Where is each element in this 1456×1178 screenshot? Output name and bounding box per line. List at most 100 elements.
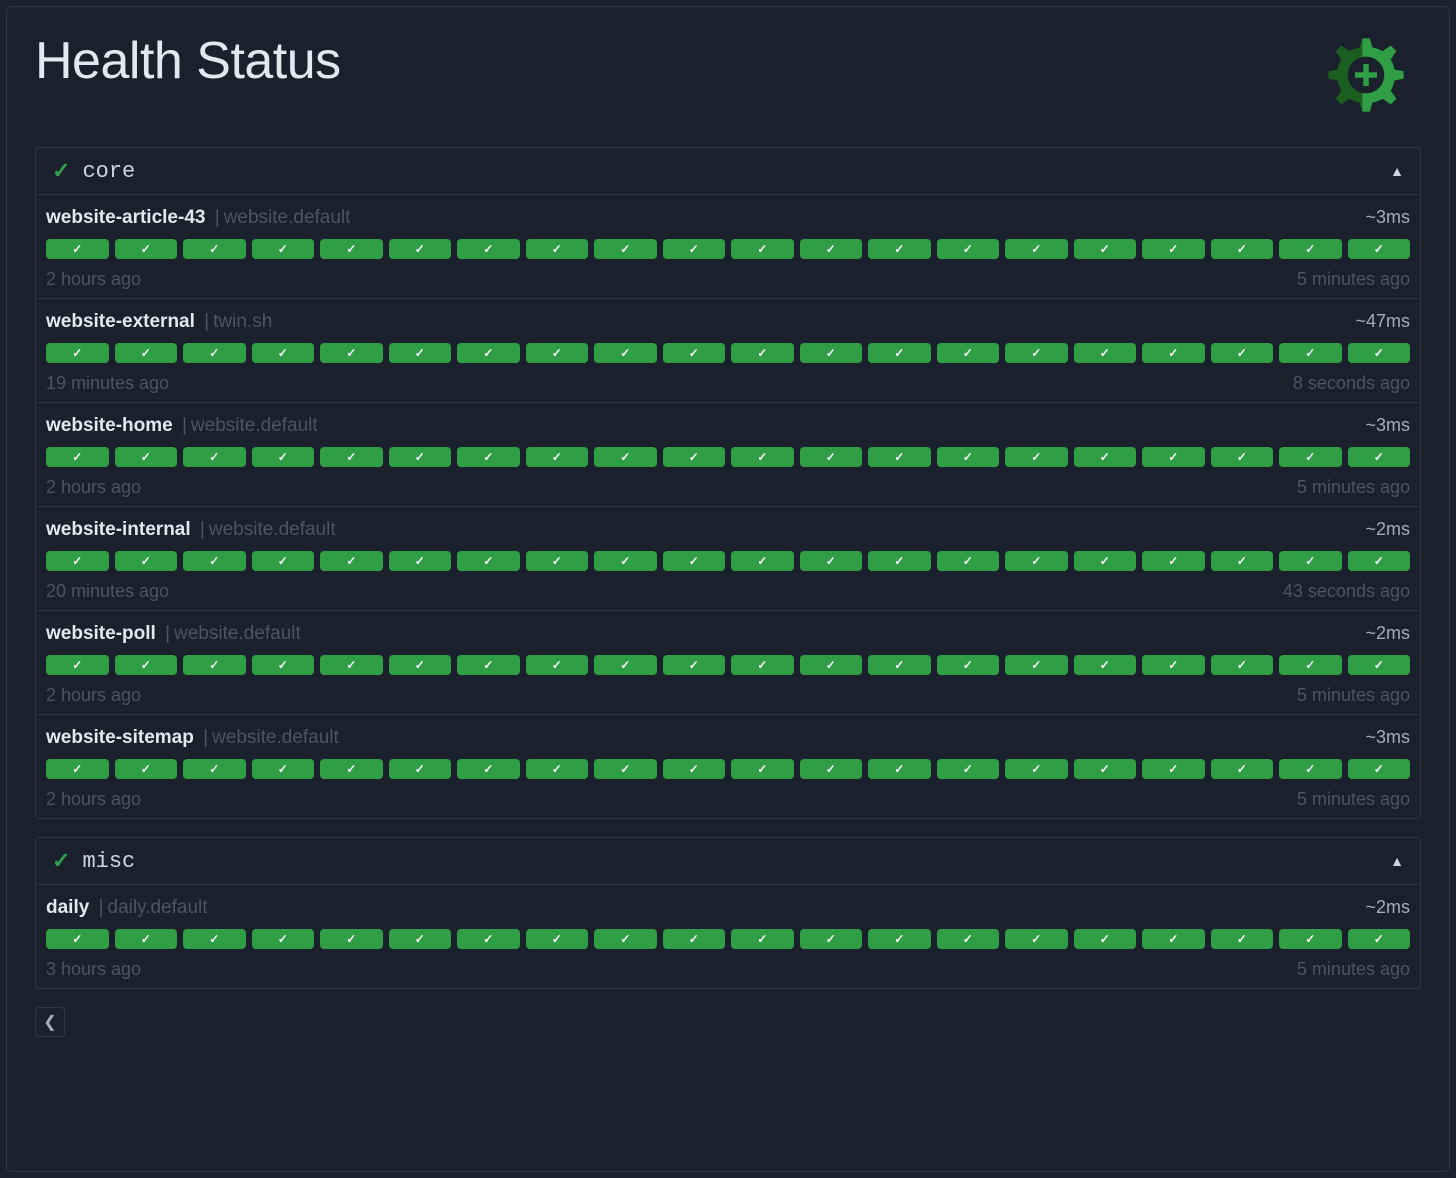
status-tick[interactable] (389, 343, 452, 363)
status-tick[interactable] (115, 239, 178, 259)
status-tick[interactable] (1142, 447, 1205, 467)
status-tick[interactable] (457, 929, 520, 949)
status-tick[interactable] (1279, 929, 1342, 949)
status-tick[interactable] (731, 551, 794, 571)
status-tick[interactable] (320, 759, 383, 779)
status-tick[interactable] (594, 343, 657, 363)
status-tick[interactable] (1211, 655, 1274, 675)
status-tick[interactable] (1074, 239, 1137, 259)
status-tick[interactable] (594, 759, 657, 779)
status-tick[interactable] (526, 343, 589, 363)
status-tick[interactable] (1348, 343, 1411, 363)
status-tick[interactable] (46, 759, 109, 779)
chevron-up-icon[interactable]: ▲ (1390, 853, 1404, 869)
status-tick[interactable] (1211, 239, 1274, 259)
status-tick[interactable] (526, 447, 589, 467)
status-tick[interactable] (115, 655, 178, 675)
status-tick[interactable] (457, 343, 520, 363)
status-tick[interactable] (731, 759, 794, 779)
status-tick[interactable] (663, 551, 726, 571)
status-tick[interactable] (1074, 655, 1137, 675)
status-tick[interactable] (731, 239, 794, 259)
status-tick[interactable] (526, 239, 589, 259)
status-tick[interactable] (46, 343, 109, 363)
status-tick[interactable] (1005, 551, 1068, 571)
status-tick[interactable] (663, 343, 726, 363)
status-tick[interactable] (457, 655, 520, 675)
status-tick[interactable] (115, 343, 178, 363)
status-tick[interactable] (389, 447, 452, 467)
status-tick[interactable] (1348, 239, 1411, 259)
service-row[interactable]: website-article-43 |website.default~3ms2… (36, 195, 1420, 299)
status-tick[interactable] (1074, 759, 1137, 779)
status-tick[interactable] (937, 551, 1000, 571)
status-tick[interactable] (1142, 759, 1205, 779)
status-tick[interactable] (937, 239, 1000, 259)
status-tick[interactable] (1005, 447, 1068, 467)
status-tick[interactable] (320, 551, 383, 571)
status-tick[interactable] (937, 929, 1000, 949)
status-tick[interactable] (800, 551, 863, 571)
status-tick[interactable] (389, 655, 452, 675)
status-tick[interactable] (252, 655, 315, 675)
status-tick[interactable] (115, 759, 178, 779)
status-tick[interactable] (252, 929, 315, 949)
status-tick[interactable] (1005, 239, 1068, 259)
status-tick[interactable] (457, 447, 520, 467)
status-tick[interactable] (183, 551, 246, 571)
status-tick[interactable] (526, 929, 589, 949)
status-tick[interactable] (457, 759, 520, 779)
status-tick[interactable] (1005, 929, 1068, 949)
status-tick[interactable] (1142, 551, 1205, 571)
service-row[interactable]: website-internal |website.default~2ms20 … (36, 507, 1420, 611)
status-tick[interactable] (320, 929, 383, 949)
status-tick[interactable] (1348, 929, 1411, 949)
status-tick[interactable] (1005, 655, 1068, 675)
group-header-core[interactable]: ✓core▲ (36, 148, 1420, 195)
pager-prev-button[interactable]: ❮ (35, 1007, 65, 1037)
status-tick[interactable] (663, 239, 726, 259)
status-tick[interactable] (800, 655, 863, 675)
status-tick[interactable] (320, 343, 383, 363)
status-tick[interactable] (1279, 239, 1342, 259)
status-tick[interactable] (800, 239, 863, 259)
status-tick[interactable] (252, 239, 315, 259)
status-tick[interactable] (731, 343, 794, 363)
service-row[interactable]: daily |daily.default~2ms3 hours ago5 min… (36, 885, 1420, 988)
status-tick[interactable] (252, 759, 315, 779)
status-tick[interactable] (1142, 239, 1205, 259)
status-tick[interactable] (868, 929, 931, 949)
status-tick[interactable] (46, 655, 109, 675)
status-tick[interactable] (389, 239, 452, 259)
status-tick[interactable] (800, 447, 863, 467)
service-row[interactable]: website-home |website.default~3ms2 hours… (36, 403, 1420, 507)
status-tick[interactable] (1211, 929, 1274, 949)
status-tick[interactable] (115, 929, 178, 949)
status-tick[interactable] (1142, 655, 1205, 675)
status-tick[interactable] (1348, 551, 1411, 571)
status-tick[interactable] (1279, 551, 1342, 571)
status-tick[interactable] (1279, 759, 1342, 779)
status-tick[interactable] (252, 343, 315, 363)
status-tick[interactable] (731, 655, 794, 675)
status-tick[interactable] (1279, 655, 1342, 675)
status-tick[interactable] (1279, 447, 1342, 467)
status-tick[interactable] (183, 447, 246, 467)
status-tick[interactable] (320, 447, 383, 467)
status-tick[interactable] (594, 655, 657, 675)
status-tick[interactable] (183, 655, 246, 675)
group-header-misc[interactable]: ✓misc▲ (36, 838, 1420, 885)
status-tick[interactable] (46, 929, 109, 949)
status-tick[interactable] (868, 447, 931, 467)
status-tick[interactable] (594, 929, 657, 949)
status-tick[interactable] (320, 239, 383, 259)
status-tick[interactable] (46, 447, 109, 467)
status-tick[interactable] (1348, 655, 1411, 675)
status-tick[interactable] (868, 551, 931, 571)
status-tick[interactable] (1074, 929, 1137, 949)
status-tick[interactable] (1074, 551, 1137, 571)
status-tick[interactable] (1211, 759, 1274, 779)
status-tick[interactable] (1211, 343, 1274, 363)
status-tick[interactable] (1142, 929, 1205, 949)
status-tick[interactable] (183, 929, 246, 949)
